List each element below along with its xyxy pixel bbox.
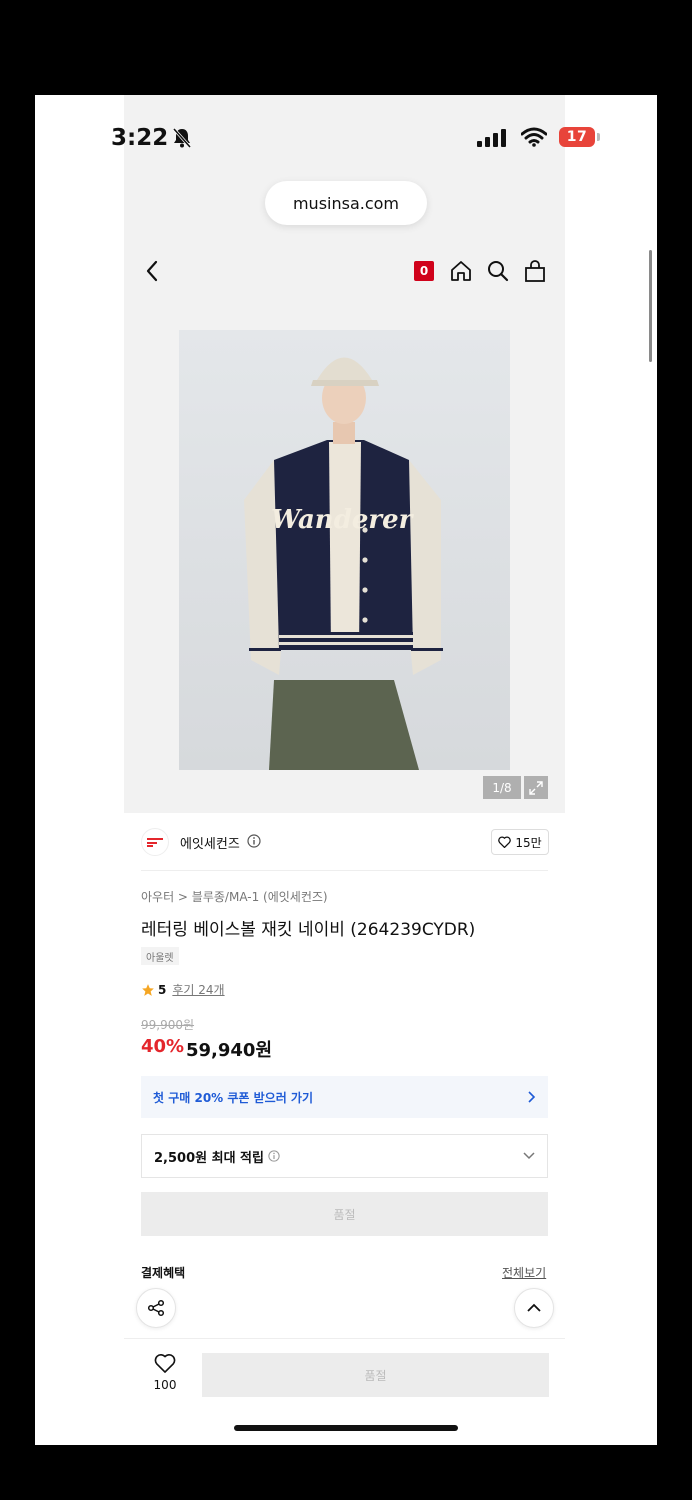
model-photo: Wanderer bbox=[179, 330, 510, 770]
share-button[interactable] bbox=[136, 1288, 176, 1328]
product-image[interactable]: Wanderer bbox=[179, 330, 510, 770]
wishlist-heart-icon[interactable] bbox=[154, 1353, 176, 1373]
points-dropdown[interactable]: 2,500원 최대 적립 bbox=[141, 1134, 548, 1178]
original-price: 99,900원 bbox=[141, 1018, 195, 1032]
star-icon bbox=[142, 983, 154, 996]
brand-logo[interactable] bbox=[141, 828, 169, 856]
discount-rate: 40% bbox=[141, 1036, 185, 1057]
wishlist-count: 100 bbox=[153, 1378, 177, 1392]
battery-level: 17 bbox=[566, 129, 588, 145]
image-counter-text: 1/8 bbox=[492, 780, 512, 795]
cart-count-badge[interactable]: 0 bbox=[414, 261, 434, 281]
shopping-bag-icon[interactable] bbox=[523, 259, 547, 283]
phone-screen: 3:22 17 musinsa.com 0 Wanderer 1/8 에잇세컨즈… bbox=[35, 95, 657, 1445]
jacket-lettering: Wanderer bbox=[271, 505, 415, 535]
review-link[interactable]: 후기 24개 bbox=[172, 981, 224, 998]
url-bar[interactable]: musinsa.com bbox=[265, 181, 427, 225]
buy-button-label: 품절 bbox=[364, 1368, 387, 1383]
bottom-bar-divider bbox=[124, 1338, 565, 1339]
soldout-button[interactable]: 품절 bbox=[141, 1192, 548, 1236]
cellular-signal-icon bbox=[477, 129, 506, 147]
brand-like-count: 15만 bbox=[515, 835, 542, 850]
wifi-icon bbox=[521, 127, 547, 147]
soldout-button-label: 품절 bbox=[333, 1207, 356, 1222]
divider bbox=[141, 870, 548, 871]
info-icon[interactable] bbox=[268, 1150, 280, 1162]
brand-name[interactable]: 에잇세컨즈 bbox=[180, 833, 240, 852]
rating-score: 5 bbox=[158, 982, 167, 997]
chevron-up-icon bbox=[527, 1303, 541, 1312]
brand-logo-mark bbox=[147, 838, 163, 847]
image-counter: 1/8 bbox=[483, 776, 521, 799]
url-text: musinsa.com bbox=[292, 193, 400, 213]
expand-icon bbox=[529, 780, 543, 795]
breadcrumb[interactable]: 아우터 > 블루종/MA-1 (에잇세컨즈) bbox=[141, 888, 328, 905]
home-indicator[interactable] bbox=[234, 1425, 458, 1431]
expand-image-button[interactable] bbox=[524, 776, 548, 799]
see-all-link[interactable]: 전체보기 bbox=[502, 1264, 546, 1281]
outlet-tag-label: 아울렛 bbox=[146, 952, 174, 964]
battery-indicator: 17 bbox=[559, 127, 595, 147]
product-title: 레터링 베이스볼 재킷 네이비 (264239CYDR) bbox=[141, 920, 476, 940]
heart-icon bbox=[498, 836, 512, 848]
info-icon[interactable] bbox=[247, 834, 261, 848]
first-purchase-coupon-banner[interactable]: 첫 구매 20% 쿠폰 받으러 가기 bbox=[141, 1076, 548, 1118]
payment-benefits-title: 결제혜택 bbox=[141, 1266, 186, 1280]
buy-button[interactable]: 품절 bbox=[202, 1353, 549, 1397]
bell-muted-icon bbox=[172, 128, 192, 148]
chevron-down-icon bbox=[523, 1152, 535, 1160]
cart-count: 0 bbox=[419, 264, 429, 278]
sale-price: 59,940원 bbox=[186, 1040, 273, 1061]
battery-tip bbox=[597, 133, 600, 141]
brand-like-button[interactable]: 15만 bbox=[491, 829, 549, 855]
scrollbar[interactable] bbox=[649, 250, 652, 362]
coupon-label: 첫 구매 20% 쿠폰 받으러 가기 bbox=[153, 1090, 314, 1105]
back-arrow-icon[interactable] bbox=[143, 259, 163, 283]
chevron-right-icon bbox=[528, 1091, 536, 1103]
home-icon[interactable] bbox=[449, 259, 473, 283]
outlet-tag: 아울렛 bbox=[141, 947, 179, 965]
share-icon bbox=[147, 1299, 165, 1317]
status-time: 3:22 bbox=[111, 125, 169, 151]
points-label: 2,500원 최대 적립 bbox=[154, 1150, 264, 1166]
rating-row[interactable]: 5 후기 24개 bbox=[141, 981, 225, 998]
search-icon[interactable] bbox=[486, 259, 510, 283]
scroll-to-top-button[interactable] bbox=[514, 1288, 554, 1328]
